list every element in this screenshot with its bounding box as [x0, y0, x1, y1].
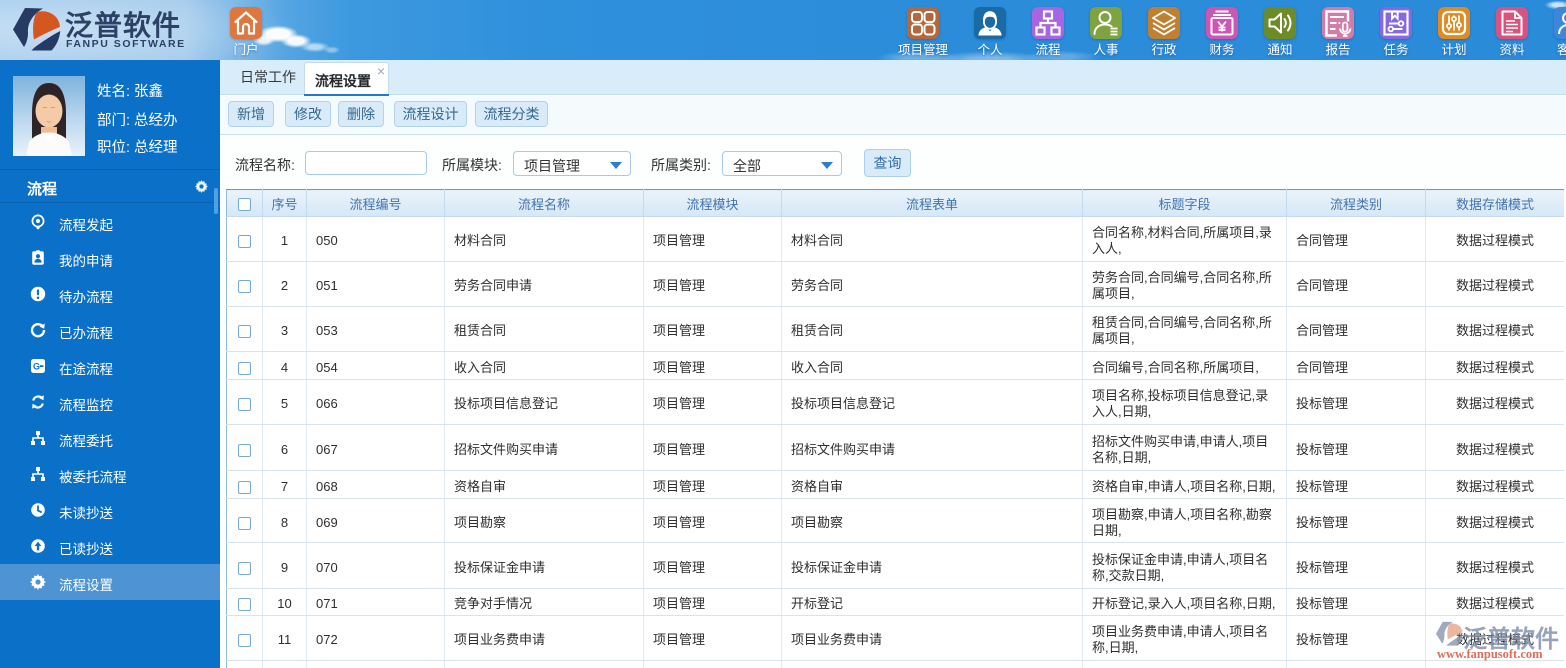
svg-text:G: G — [33, 362, 40, 372]
